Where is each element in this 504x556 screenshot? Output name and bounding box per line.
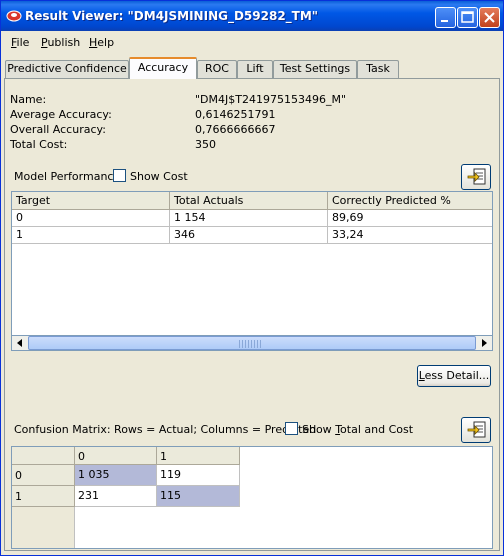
horizontal-scrollbar[interactable] xyxy=(11,335,493,351)
confusion-matrix-label: Confusion Matrix: Rows = Actual; Columns… xyxy=(14,423,317,436)
table-cell[interactable]: 346 xyxy=(170,227,328,244)
confusion-cell[interactable]: 231 xyxy=(75,486,157,507)
column-header-correctly-predicted[interactable]: Correctly Predicted % xyxy=(328,192,492,210)
model-performance-label: Model Performance xyxy=(14,170,121,183)
average-accuracy-label: Average Accuracy: xyxy=(10,108,112,121)
tab-accuracy[interactable]: Accuracy xyxy=(129,57,197,79)
table-cell[interactable]: 89,69 xyxy=(328,210,492,227)
show-total-cost-label[interactable]: Show Total and Cost xyxy=(302,423,413,436)
menu-publish[interactable]: Publish xyxy=(41,36,80,49)
row-header-filler xyxy=(12,507,75,548)
show-cost-label[interactable]: Show Cost xyxy=(130,170,188,183)
tab-strip: Predictive Confidence Accuracy ROC Lift … xyxy=(2,56,502,79)
table-cell[interactable]: 33,24 xyxy=(328,227,492,244)
show-cost-checkbox[interactable] xyxy=(113,169,126,182)
tab-lift[interactable]: Lift xyxy=(237,60,273,78)
confusion-cell[interactable]: 1 035 xyxy=(75,465,157,486)
title-bar[interactable]: Result Viewer: "DM4JSMINING_D59282_TM" xyxy=(1,1,503,31)
column-header-total-actuals[interactable]: Total Actuals xyxy=(170,192,328,210)
table-cell[interactable]: 1 xyxy=(12,227,170,244)
minimize-icon xyxy=(441,20,448,22)
tab-predictive-confidence[interactable]: Predictive Confidence xyxy=(5,60,129,78)
table-cell[interactable]: 1 154 xyxy=(170,210,328,227)
arrow-left-icon xyxy=(17,339,22,347)
maximize-icon xyxy=(461,11,474,23)
name-value: "DM4J$T241975153496_M" xyxy=(195,93,347,106)
grip-icon xyxy=(239,340,261,348)
tab-task[interactable]: Task xyxy=(357,60,399,78)
less-detail-text: ess Detail... xyxy=(424,369,490,382)
confusion-cell[interactable]: 119 xyxy=(157,465,240,486)
confusion-col-header: 1 xyxy=(157,447,240,465)
menu-bar: File Publish Help xyxy=(2,31,502,53)
menu-help[interactable]: Help xyxy=(89,36,114,49)
app-icon xyxy=(6,10,22,22)
overall-accuracy-value: 0,7666666667 xyxy=(195,123,276,136)
confusion-cell[interactable]: 115 xyxy=(157,486,240,507)
less-detail-button[interactable]: Less Detail... xyxy=(417,365,491,387)
tab-roc[interactable]: ROC xyxy=(197,60,237,78)
column-header-target[interactable]: Target xyxy=(12,192,170,210)
close-icon xyxy=(484,12,495,23)
export-confusion-button[interactable] xyxy=(461,417,491,443)
confusion-row-header: 1 xyxy=(12,486,75,507)
result-viewer-window: Result Viewer: "DM4JSMINING_D59282_TM" F… xyxy=(0,0,504,556)
confusion-row-header: 0 xyxy=(12,465,75,486)
minimize-button[interactable] xyxy=(435,7,456,28)
overall-accuracy-label: Overall Accuracy: xyxy=(10,123,106,136)
window-title: Result Viewer: "DM4JSMINING_D59282_TM" xyxy=(25,9,319,23)
average-accuracy-value: 0,6146251791 xyxy=(195,108,276,121)
maximize-button[interactable] xyxy=(457,7,478,28)
accuracy-panel: Name: "DM4J$T241975153496_M" Average Acc… xyxy=(4,78,500,551)
export-icon xyxy=(467,168,486,185)
model-performance-table: Target Total Actuals Correctly Predicted… xyxy=(11,191,493,351)
export-icon xyxy=(467,421,486,438)
confusion-corner xyxy=(12,447,75,465)
total-cost-label: Total Cost: xyxy=(10,138,68,151)
confusion-col-header: 0 xyxy=(75,447,157,465)
confusion-matrix-table: 0 1 0 1 035 119 1 231 115 xyxy=(11,446,493,549)
total-cost-value: 350 xyxy=(195,138,216,151)
export-performance-button[interactable] xyxy=(461,164,491,190)
close-button[interactable] xyxy=(479,7,500,28)
arrow-right-icon xyxy=(482,339,487,347)
table-cell[interactable]: 0 xyxy=(12,210,170,227)
tab-test-settings[interactable]: Test Settings xyxy=(273,60,357,78)
menu-file[interactable]: File xyxy=(11,36,29,49)
scroll-thumb[interactable] xyxy=(28,336,476,350)
name-label: Name: xyxy=(10,93,47,106)
scroll-left-button[interactable] xyxy=(12,336,28,350)
scroll-right-button[interactable] xyxy=(476,336,492,350)
show-total-cost-checkbox[interactable] xyxy=(285,422,298,435)
